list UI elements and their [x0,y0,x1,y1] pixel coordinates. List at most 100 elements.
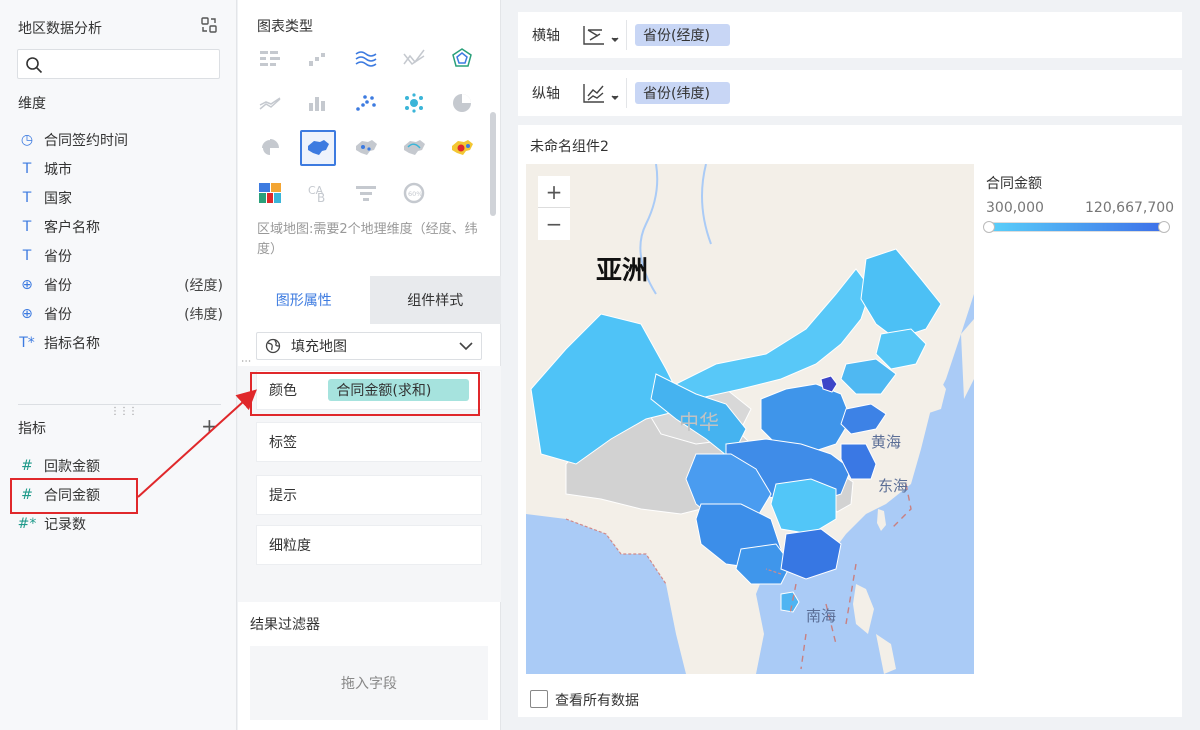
clock-icon: ◷ [20,132,34,148]
add-measure-button[interactable]: + [201,414,218,438]
chart-type-point-map-icon[interactable] [348,130,384,166]
chart-type-radar-icon[interactable] [444,40,480,76]
map-label-east-sea: 东海 [878,477,908,495]
label-property-label: 标签 [269,435,297,451]
search-icon [26,57,43,74]
dimension-field-label: 省份 [44,249,72,265]
chart-type-wave-icon[interactable] [348,40,384,76]
map-label-south-sea: 南海 [806,607,836,625]
chart-type-gauge-icon[interactable]: 60% [396,175,432,211]
chart-type-word-cloud-icon[interactable]: CA B [300,175,336,211]
legend-min-handle[interactable] [983,221,995,233]
dataset-title: 地区数据分析 [18,21,102,37]
chart-type-rose-icon[interactable] [252,130,288,166]
chart-type-column-icon[interactable] [300,85,336,121]
legend-max-handle[interactable] [1158,221,1170,233]
x-axis-row: 横轴 省份(经度) [518,12,1182,58]
chart-type-scatter-icon[interactable] [348,85,384,121]
dimension-field-label: 客户名称 [44,220,100,236]
filter-drop-zone[interactable]: 拖入字段 [250,646,488,720]
x-axis-sort-icon[interactable] [582,24,626,46]
text-type-icon: T [22,161,32,177]
hash-icon: # [21,458,33,474]
text-type-icon: T [22,219,32,235]
chart-type-flow-map-icon[interactable] [396,130,432,166]
chart-type-treemap-icon[interactable] [252,175,288,211]
measure-field[interactable]: # 回款金额 [18,455,223,477]
map-label-yellow-sea: 黄海 [871,433,901,451]
chart-type-region-map-icon[interactable] [300,130,336,166]
field-search-input[interactable] [17,49,220,79]
y-axis-label: 纵轴 [532,86,560,102]
x-axis-field-pill[interactable]: 省份(经度) [635,24,730,46]
text-type-icon: T [22,248,32,264]
map-label-zhonghua: 中华 [679,410,719,434]
y-axis-sort-icon[interactable] [582,82,626,104]
chart-type-pie-icon[interactable] [444,85,480,121]
axis-separator [626,78,627,108]
granularity-property[interactable]: 细粒度 [256,525,482,565]
chart-type-multi-line-icon[interactable] [252,85,288,121]
label-property[interactable]: 标签 [256,422,482,462]
chart-config-panel: 图表类型 CAB 60% 区域地图:需要2个地理维度（经度、纬度） 图形属性 [238,0,501,730]
axis-separator [626,20,627,50]
resize-grip-icon[interactable]: ⋮⋮⋮ [110,406,138,417]
zoom-in-button[interactable]: + [538,176,570,208]
dimension-field[interactable]: ⊕ 省份 (经度) [18,274,223,296]
chart-component: 未命名组件2 亚洲 中华 黄海 东海 南海 + − 合同金额 300,000 1… [518,125,1182,717]
measure-section-title: 指标 [18,421,46,437]
legend-max: 120,667,700 [1085,200,1175,216]
config-tabs: 图形属性 组件样式 [238,276,501,324]
text-type-icon: T* [19,335,35,351]
tab-component-style[interactable]: 组件样式 [369,276,501,324]
dimension-field-label: 国家 [44,191,72,207]
switch-dataset-icon[interactable] [200,16,218,34]
globe-icon: ⊕ [21,277,33,293]
dimension-field[interactable]: ◷ 合同签约时间 [18,129,223,151]
text-type-icon: T [22,190,32,206]
highlight-box-measure [10,478,138,514]
show-all-data-label: 查看所有数据 [555,693,639,709]
measure-field-label: 回款金额 [44,459,100,475]
x-axis-label: 横轴 [532,28,560,44]
legend-gradient-bar [983,221,1170,233]
map-type-dropdown[interactable]: 填充地图 [256,332,482,360]
tab-graphic-properties[interactable]: 图形属性 [238,276,370,324]
result-filter-title: 结果过滤器 [250,617,320,633]
dimension-section-title: 维度 [18,96,46,112]
dimension-field[interactable]: ⊕ 省份 (纬度) [18,303,223,325]
granularity-property-label: 细粒度 [269,538,311,554]
chart-type-bubble-icon[interactable] [396,85,432,121]
chart-type-scrollbar[interactable] [490,112,496,216]
dimension-field-label: 合同签约时间 [44,133,128,149]
dimension-field-label: 省份 [44,278,72,294]
dimension-field[interactable]: T 客户名称 [18,216,223,238]
chart-type-funnel-icon[interactable] [348,175,384,211]
dimension-field[interactable]: T 省份 [18,245,223,267]
svg-text:B: B [317,191,325,204]
chevron-down-icon [459,342,473,351]
svg-text:60%: 60% [408,190,422,198]
component-title[interactable]: 未命名组件2 [530,136,609,156]
dimension-field[interactable]: T* 指标名称 [18,332,223,354]
measure-field-label: 记录数 [44,517,86,533]
y-axis-row: 纵轴 省份(纬度) [518,70,1182,116]
dimension-field[interactable]: T 国家 [18,187,223,209]
measure-field[interactable]: #* 记录数 [18,513,223,535]
chart-type-cross-table-icon[interactable] [252,40,288,76]
chart-type-hint: 区域地图:需要2个地理维度（经度、纬度） [257,222,478,257]
map-type-value: 填充地图 [291,339,347,355]
zoom-out-button[interactable]: − [538,208,570,240]
tooltip-property[interactable]: 提示 [256,475,482,515]
chart-type-bar-mini-icon[interactable] [300,40,336,76]
chart-type-line-cross-icon[interactable] [396,40,432,76]
y-axis-field-pill[interactable]: 省份(纬度) [635,82,730,104]
chart-type-heat-map-icon[interactable] [444,130,480,166]
chart-type-title: 图表类型 [257,19,313,35]
dimension-field-suffix: (经度) [184,278,223,294]
region-map[interactable]: 亚洲 中华 黄海 东海 南海 + − [526,164,974,674]
dimension-field[interactable]: T 城市 [18,158,223,180]
legend-min: 300,000 [986,200,1044,216]
show-all-data-checkbox[interactable] [530,690,548,708]
map-label-continent: 亚洲 [596,256,648,286]
